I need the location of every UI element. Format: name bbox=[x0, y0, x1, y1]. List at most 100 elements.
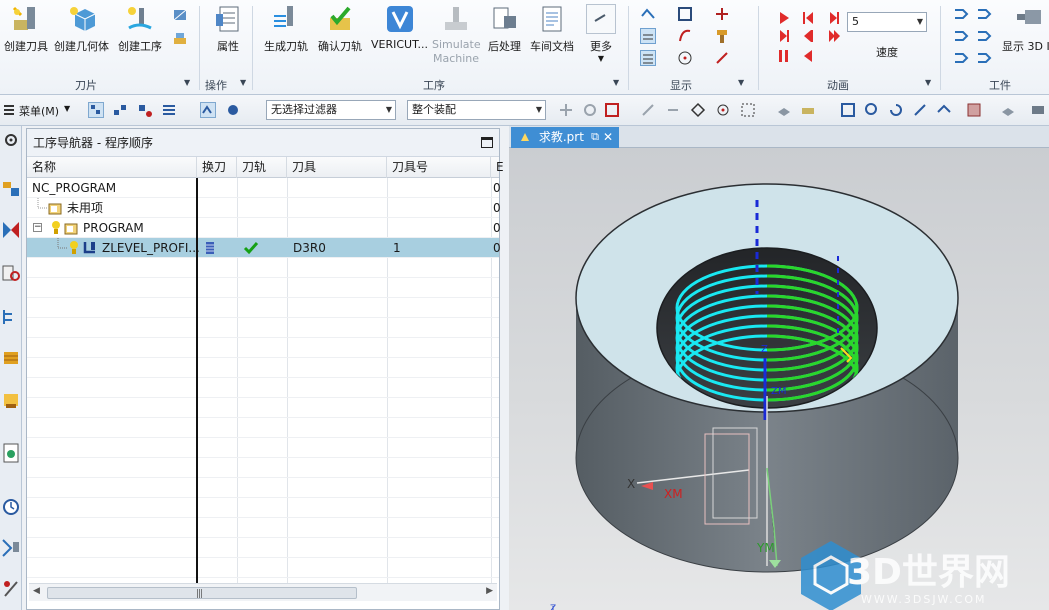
column-header-tool[interactable]: 刀具 bbox=[287, 157, 387, 178]
view-rotate-icon[interactable] bbox=[888, 102, 904, 118]
display-box-icon[interactable] bbox=[677, 6, 693, 22]
snap-icon-3[interactable] bbox=[604, 102, 620, 118]
view-zoom-icon[interactable] bbox=[864, 102, 880, 118]
web-browser-icon[interactable] bbox=[1, 442, 21, 464]
reuse-library-icon[interactable] bbox=[1, 390, 21, 412]
nav-view-machine-icon[interactable] bbox=[112, 102, 128, 118]
roles-icon[interactable] bbox=[1, 578, 21, 600]
generate-path-button[interactable]: 生成刀轨 bbox=[264, 4, 308, 54]
display-path-icon[interactable] bbox=[640, 6, 656, 22]
fast-forward-icon[interactable] bbox=[826, 28, 842, 44]
create-tool-button[interactable]: 创建刀具 bbox=[4, 4, 48, 54]
shop-doc-button[interactable]: 车间文档 bbox=[530, 4, 574, 54]
nav-view-program-icon[interactable] bbox=[88, 102, 104, 118]
column-header-name[interactable]: 名称 bbox=[27, 157, 197, 178]
pause-icon[interactable] bbox=[776, 48, 792, 64]
create-operation-button[interactable]: 创建工序 bbox=[118, 4, 162, 54]
nav-view-geometry-icon[interactable] bbox=[137, 102, 153, 118]
vericut-button[interactable]: VERICUT... bbox=[371, 4, 428, 51]
more-button[interactable]: 更多 ▼ bbox=[586, 4, 616, 63]
snap-icon-4[interactable] bbox=[640, 102, 656, 118]
process-studio-icon[interactable] bbox=[1, 536, 21, 558]
scrollbar-thumb[interactable]: ||| bbox=[47, 587, 357, 599]
document-tab[interactable]: 求教.prt ⧉ ✕ bbox=[511, 127, 619, 148]
small-tool-icon[interactable] bbox=[172, 7, 188, 23]
column-header-tool-number[interactable]: 刀具号 bbox=[387, 157, 491, 178]
snap-icon-7[interactable] bbox=[715, 102, 731, 118]
forward-end-icon[interactable] bbox=[826, 10, 842, 26]
show-3d-button[interactable]: 显示 3D I bbox=[1002, 4, 1049, 54]
workpiece-icon-3[interactable] bbox=[953, 28, 969, 44]
snap-icon-6[interactable] bbox=[690, 102, 706, 118]
scroll-left-icon[interactable]: ◀ bbox=[33, 586, 40, 596]
toolpath-options-icon[interactable] bbox=[225, 102, 241, 118]
pin-icon[interactable]: ⧉ bbox=[591, 127, 599, 147]
postprocess-button[interactable]: 后处理 bbox=[488, 4, 521, 54]
workpiece-icon-1[interactable] bbox=[953, 6, 969, 22]
geometry-navigator-icon[interactable] bbox=[1, 218, 21, 240]
close-icon[interactable]: ✕ bbox=[603, 127, 613, 147]
rewind-icon[interactable] bbox=[800, 10, 816, 26]
verify-path-button[interactable]: 确认刀轨 bbox=[318, 4, 362, 54]
operation-navigator-icon[interactable] bbox=[1, 306, 21, 328]
library-icon[interactable] bbox=[1, 348, 21, 370]
workpiece-icon-5[interactable] bbox=[953, 50, 969, 66]
display-toggle2-icon[interactable] bbox=[640, 50, 656, 66]
small-geometry-icon[interactable] bbox=[172, 30, 188, 46]
group-caret-tool[interactable]: ▼ bbox=[184, 78, 190, 87]
snap-icon-1[interactable] bbox=[558, 102, 574, 118]
column-header-extra[interactable]: E bbox=[491, 157, 504, 178]
group-caret-process[interactable]: ▼ bbox=[613, 78, 619, 87]
table-row-unused[interactable]: 未用项 0 bbox=[27, 198, 501, 218]
graphics-window[interactable]: 求教.prt ⧉ ✕ X XM YM ZM Z Z 3D世界网 WWW.3DSJ… bbox=[509, 126, 1049, 610]
speed-select[interactable]: 5 ▼ bbox=[847, 12, 927, 32]
view-shade-icon[interactable] bbox=[1030, 102, 1046, 118]
table-row-program[interactable]: − PROGRAM 0 bbox=[27, 218, 501, 238]
maximize-icon[interactable] bbox=[481, 137, 493, 148]
view-icon-2[interactable] bbox=[800, 102, 816, 118]
workpiece-icon-4[interactable] bbox=[976, 28, 992, 44]
play-icon[interactable] bbox=[776, 10, 792, 26]
back-icon[interactable] bbox=[800, 48, 816, 64]
column-header-tool-change[interactable]: 换刀 bbox=[197, 157, 237, 178]
workpiece-icon-6[interactable] bbox=[976, 50, 992, 66]
view-icon-1[interactable] bbox=[776, 102, 792, 118]
snap-icon-5[interactable] bbox=[665, 102, 681, 118]
simulate-machine-button[interactable]: Simulate Machine bbox=[432, 4, 481, 66]
view-orient-icon[interactable] bbox=[936, 102, 952, 118]
view-fit-icon[interactable] bbox=[840, 102, 856, 118]
assembly-scope-select[interactable]: 整个装配 ▼ bbox=[407, 100, 546, 120]
properties-button[interactable]: 属性 bbox=[213, 4, 243, 54]
snap-icon-2[interactable] bbox=[582, 102, 598, 118]
step-forward-icon[interactable] bbox=[776, 28, 792, 44]
part-viewport[interactable]: X XM YM ZM Z Z 3D世界网 WWW.3DSJW.COM bbox=[509, 148, 1049, 610]
toolpath-filter-icon[interactable] bbox=[200, 102, 216, 118]
table-row-nc-program[interactable]: NC_PROGRAM 0 bbox=[27, 178, 501, 198]
group-caret-operation[interactable]: ▼ bbox=[240, 78, 246, 87]
display-toggle-icon[interactable] bbox=[640, 28, 656, 44]
snap-icon-8[interactable] bbox=[740, 102, 756, 118]
group-caret-animation[interactable]: ▼ bbox=[925, 78, 931, 87]
display-curve-icon[interactable] bbox=[677, 28, 693, 44]
create-geometry-button[interactable]: 创建几何体 bbox=[54, 4, 109, 54]
nav-view-method-icon[interactable] bbox=[161, 102, 177, 118]
column-header-path[interactable]: 刀轨 bbox=[237, 157, 287, 178]
display-tool-icon[interactable] bbox=[714, 28, 730, 44]
collapse-icon[interactable]: − bbox=[33, 223, 42, 232]
table-row-zlevel-profile[interactable]: ZLEVEL_PROFI... D3R0 1 0 bbox=[27, 238, 501, 258]
step-back-icon[interactable] bbox=[800, 28, 816, 44]
display-grid-icon[interactable] bbox=[714, 6, 730, 22]
horizontal-scrollbar[interactable]: ◀ ||| ▶ bbox=[29, 583, 497, 601]
display-circle-icon[interactable] bbox=[677, 50, 693, 66]
display-line-icon[interactable] bbox=[714, 50, 730, 66]
method-navigator-icon[interactable] bbox=[1, 262, 21, 284]
selection-filter-select[interactable]: 无选择过滤器 ▼ bbox=[266, 100, 396, 120]
view-layout-icon[interactable] bbox=[966, 102, 982, 118]
menu-chevron-icon[interactable]: ▼ bbox=[64, 104, 70, 113]
view-render-icon[interactable] bbox=[1000, 102, 1016, 118]
group-caret-display[interactable]: ▼ bbox=[738, 78, 744, 87]
menu-button[interactable]: 菜单(M) bbox=[19, 103, 59, 119]
scroll-right-icon[interactable]: ▶ bbox=[486, 586, 493, 596]
history-clock-icon[interactable] bbox=[1, 496, 21, 518]
settings-gear-icon[interactable] bbox=[1, 130, 21, 152]
